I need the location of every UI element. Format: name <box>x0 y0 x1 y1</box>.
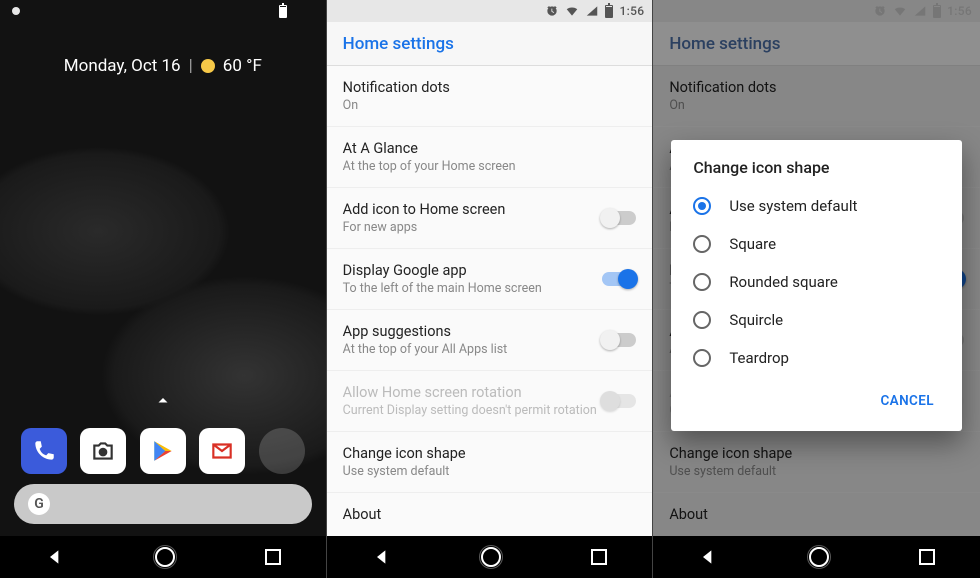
option-system-default[interactable]: Use system default <box>675 187 958 225</box>
phone-dialog: 1:56 Home settings Notification dotsOn A… <box>653 0 980 578</box>
nav-back-button[interactable] <box>698 547 718 567</box>
dock <box>0 428 326 474</box>
phone-home: 1:56 Monday, Oct 16 | 60 °F <box>0 0 327 578</box>
glance-date: Monday, Oct 16 <box>64 56 181 76</box>
radio-icon <box>693 235 711 253</box>
at-a-glance-widget[interactable]: Monday, Oct 16 | 60 °F <box>0 56 326 76</box>
settings-screen: 1:56 Home settings Notification dotsOn A… <box>327 0 653 578</box>
nav-recents-button[interactable] <box>919 549 935 565</box>
nav-recents-button[interactable] <box>591 549 607 565</box>
radio-icon <box>693 273 711 291</box>
nav-back-button[interactable] <box>372 547 392 567</box>
settings-header: Home settings <box>327 22 653 66</box>
item-about[interactable]: About <box>327 493 653 537</box>
item-at-a-glance[interactable]: At A GlanceAt the top of your Home scree… <box>327 127 653 188</box>
option-square[interactable]: Square <box>675 225 958 263</box>
icon-shape-dialog: Change icon shape Use system default Squ… <box>671 140 962 431</box>
phone-settings: 1:56 Home settings Notification dotsOn A… <box>327 0 654 578</box>
nav-recents-button[interactable] <box>265 549 281 565</box>
toggle-app-suggestions[interactable] <box>602 333 636 347</box>
nav-home-button[interactable] <box>155 547 175 567</box>
item-icon-shape[interactable]: Change icon shapeUse system default <box>327 432 653 493</box>
app-phone[interactable] <box>21 428 67 474</box>
option-teardrop[interactable]: Teardrop <box>675 339 958 377</box>
toggle-rotation <box>602 394 636 408</box>
item-notification-dots[interactable]: Notification dotsOn <box>327 66 653 127</box>
alarm-icon <box>545 4 559 18</box>
google-search-bar[interactable]: G <box>14 484 312 524</box>
navigation-bar <box>653 536 980 578</box>
settings-list[interactable]: Notification dotsOn At A GlanceAt the to… <box>327 66 653 578</box>
battery-icon <box>279 5 287 18</box>
signal-icon <box>585 4 599 18</box>
app-play-store[interactable] <box>140 428 186 474</box>
weather-sun-icon <box>201 59 215 73</box>
dialog-title: Change icon shape <box>675 158 958 187</box>
wifi-icon <box>565 4 579 18</box>
app-gmail[interactable] <box>199 428 245 474</box>
toggle-add-icon[interactable] <box>602 211 636 225</box>
radio-icon <box>693 311 711 329</box>
status-time: 1:56 <box>619 4 644 18</box>
nav-home-button[interactable] <box>481 547 501 567</box>
battery-icon <box>605 5 613 18</box>
item-rotation: Allow Home screen rotationCurrent Displa… <box>327 371 653 432</box>
radio-icon <box>693 197 711 215</box>
toggle-google-app[interactable] <box>602 272 636 286</box>
status-bar: 1:56 <box>327 0 653 22</box>
navigation-bar <box>0 536 326 578</box>
navigation-bar <box>327 536 653 578</box>
glance-separator: | <box>189 56 193 76</box>
item-add-icon[interactable]: Add icon to Home screenFor new apps <box>327 188 653 249</box>
item-app-suggestions[interactable]: App suggestionsAt the top of your All Ap… <box>327 310 653 371</box>
notification-dot-icon <box>12 7 20 15</box>
google-g-icon: G <box>28 493 50 515</box>
item-google-app[interactable]: Display Google appTo the left of the mai… <box>327 249 653 310</box>
app-camera[interactable] <box>80 428 126 474</box>
nav-back-button[interactable] <box>45 547 65 567</box>
app-folder[interactable] <box>259 428 305 474</box>
glance-temp: 60 °F <box>223 56 262 76</box>
dialog-cancel-button[interactable]: CANCEL <box>870 385 944 417</box>
option-squircle[interactable]: Squircle <box>675 301 958 339</box>
radio-icon <box>693 349 711 367</box>
nav-home-button[interactable] <box>809 547 829 567</box>
app-drawer-handle[interactable] <box>154 392 172 414</box>
option-rounded-square[interactable]: Rounded square <box>675 263 958 301</box>
